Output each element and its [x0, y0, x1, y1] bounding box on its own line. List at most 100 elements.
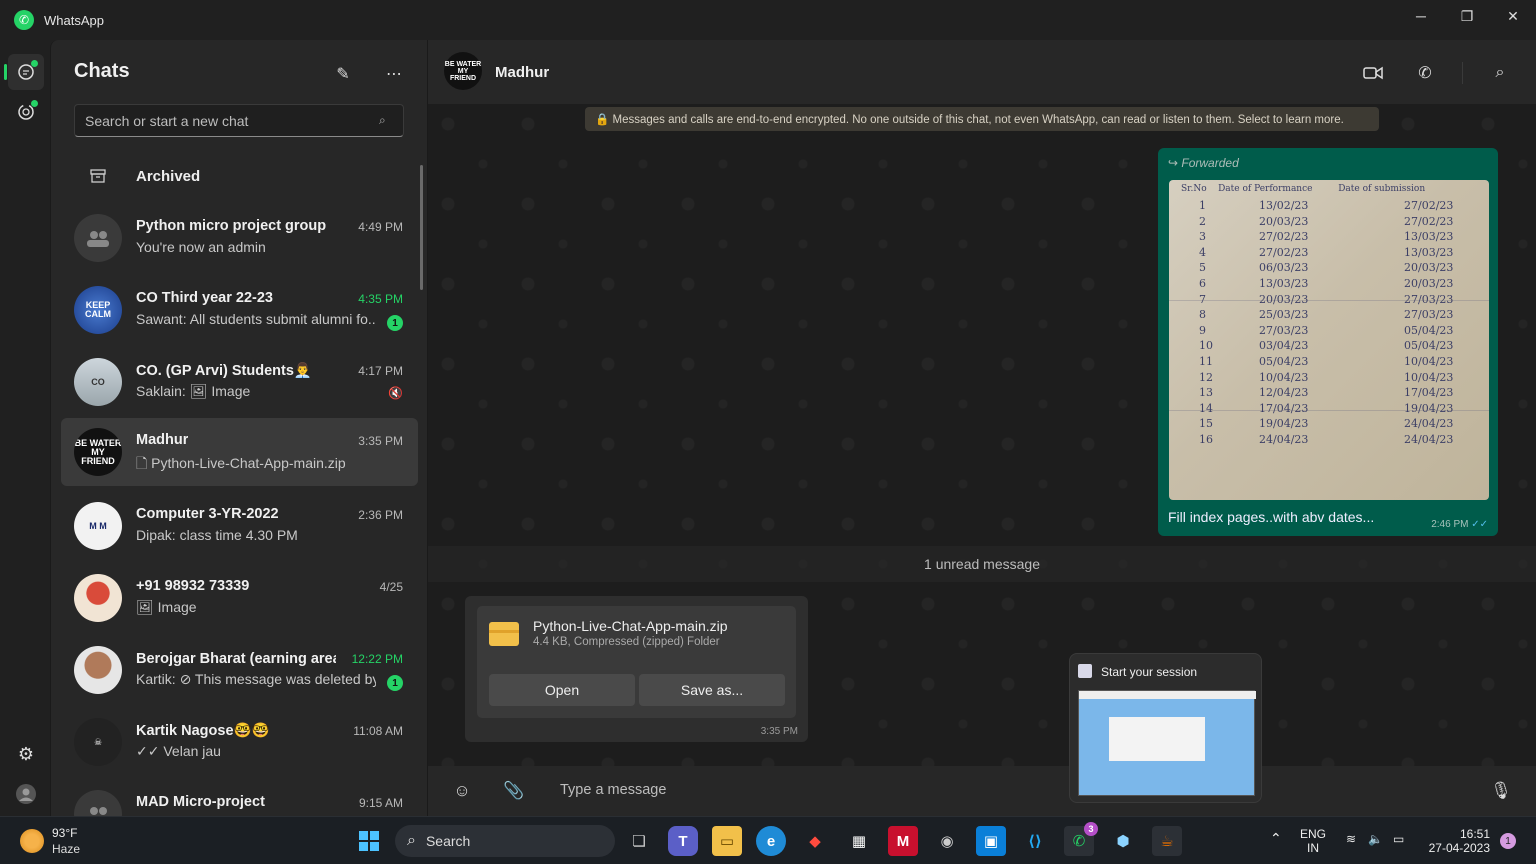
chat-name: Kartik Nagose🤓🤓 — [136, 723, 270, 739]
handwritten-index-photo[interactable]: Sr.No Date of Performance Date of submis… — [1169, 180, 1489, 500]
chat-list-scrollbar[interactable] — [420, 165, 423, 290]
chats-dot — [31, 60, 38, 67]
archived-row[interactable]: Archived — [74, 156, 404, 196]
task-view-icon[interactable]: ❏ — [624, 826, 654, 856]
file-card[interactable]: Python-Live-Chat-App-main.zip 4.4 KB, Co… — [477, 606, 796, 718]
java-icon[interactable]: ☕ — [1152, 826, 1182, 856]
tray-chevron-icon[interactable]: ⌃ — [1270, 831, 1282, 845]
contact-name[interactable]: Madhur — [495, 64, 549, 81]
chat-list-panel: Chats ✎ ⋯ ⌕ Archived Python micro projec… — [50, 40, 428, 816]
wifi-icon[interactable]: ≋ — [1346, 832, 1356, 846]
message-area[interactable]: 🔒 Messages and calls are end-to-end encr… — [428, 104, 1536, 766]
unread-divider: 1 unread message — [428, 546, 1536, 582]
chat-item[interactable]: Python micro project group 4:49 PM You'r… — [61, 204, 418, 272]
whatsapp-taskbar-icon[interactable]: ✆ 3 — [1064, 822, 1098, 856]
chat-item[interactable]: KEEP CALM CO Third year 22-23 4:35 PM Saw… — [61, 276, 418, 344]
attach-icon[interactable]: 📎 — [503, 780, 525, 802]
language-indicator[interactable]: ENG IN — [1300, 827, 1326, 855]
incoming-file-message[interactable]: Python-Live-Chat-App-main.zip 4.4 KB, Co… — [465, 596, 808, 742]
weather-icon[interactable] — [20, 829, 44, 853]
status-dot — [31, 100, 38, 107]
teams-icon[interactable]: T — [668, 826, 698, 856]
start-button[interactable] — [354, 826, 384, 856]
clock[interactable]: 16:51 27-04-2023 — [1424, 827, 1490, 855]
weather-temperature[interactable]: 93°F — [52, 826, 77, 840]
unread-badge: 1 — [387, 315, 403, 331]
group-avatar-icon — [74, 790, 122, 816]
new-chat-icon[interactable]: ✎ — [331, 62, 355, 86]
window-thumbnail[interactable] — [1078, 690, 1256, 796]
chat-item[interactable]: M M Computer 3-YR-2022 2:36 PM Dipak: cl… — [61, 492, 418, 560]
taskbar-search-label: Search — [425, 833, 471, 849]
status-nav-button[interactable] — [8, 94, 44, 130]
emoji-icon[interactable]: ☺ — [451, 780, 473, 802]
chat-last-message: 🗋 Python-Live-Chat-App-main.zip — [136, 455, 346, 471]
chat-item[interactable]: Berojgar Bharat (earning area ) 🤚 12:22 … — [61, 636, 418, 704]
camera-icon[interactable]: ◉ — [932, 826, 962, 856]
minimize-icon[interactable]: ─ — [1398, 0, 1444, 32]
java-app-icon — [1078, 664, 1092, 678]
chat-name: MAD Micro-project — [136, 794, 265, 810]
app-icon-blue[interactable]: ▣ — [976, 826, 1006, 856]
search-icon[interactable]: ⌕ — [379, 113, 403, 128]
chat-name: CO Third year 22-23 — [136, 290, 273, 306]
outgoing-photo-message[interactable]: ↪ Forwarded Sr.No Date of Performance Da… — [1158, 148, 1498, 536]
chat-name: +91 98932 73339 — [136, 578, 250, 594]
chat-last-message: You're now an admin — [136, 239, 266, 255]
conversation-header[interactable]: BE WATER MY FRIEND Madhur ✆ ⌕ — [428, 40, 1536, 104]
profile-nav-button[interactable] — [8, 776, 44, 812]
app-icon-cube[interactable]: ⬢ — [1108, 826, 1138, 856]
language-code: ENG — [1300, 827, 1327, 841]
microsoft-store-icon[interactable]: ▦ — [844, 826, 874, 856]
avatar: BE WATER MY FRIEND — [74, 428, 122, 476]
chat-item[interactable]: +91 98932 73339 4/25 🖼 Image — [61, 564, 418, 632]
chat-last-message: Dipak: class time 4.30 PM — [136, 527, 298, 543]
save-as-button[interactable]: Save as... — [639, 674, 785, 706]
open-file-button[interactable]: Open — [489, 674, 635, 706]
chat-item-selected[interactable]: BE WATER MY FRIEND Madhur 3:35 PM 🗋 Pytho… — [61, 418, 418, 486]
clock-time: 16:51 — [1459, 827, 1490, 841]
microphone-icon[interactable]: 🎙 — [1490, 780, 1512, 802]
search-box: ⌕ — [74, 104, 404, 137]
weather-description[interactable]: Haze — [52, 842, 80, 856]
region-code: IN — [1307, 841, 1319, 855]
chat-item[interactable]: CO CO. (GP Arvi) Students👨‍💼 4:17 PM Sak… — [61, 348, 418, 416]
chat-last-message: Saklain: 🖼 Image — [136, 383, 251, 399]
volume-icon[interactable]: 🔈 — [1368, 832, 1383, 846]
contact-avatar[interactable]: BE WATER MY FRIEND — [444, 52, 482, 90]
title-bar: ✆ WhatsApp ─ ❐ ✕ — [0, 0, 1536, 40]
chat-time: 3:35 PM — [358, 434, 403, 448]
muted-icon: 🔇 — [388, 386, 403, 400]
conversation-panel: BE WATER MY FRIEND Madhur ✆ ⌕ 🔒 Messages… — [428, 40, 1536, 816]
voice-call-icon[interactable]: ✆ — [1414, 62, 1436, 84]
notification-badge[interactable]: 1 — [1500, 833, 1516, 849]
close-icon[interactable]: ✕ — [1490, 0, 1536, 32]
vscode-icon[interactable]: ⟨⟩ — [1020, 826, 1050, 856]
settings-nav-button[interactable]: ⚙ — [8, 736, 44, 772]
chats-nav-button[interactable] — [4, 54, 44, 90]
chat-item[interactable]: ☠ Kartik Nagose🤓🤓 11:08 AM ✓✓ Velan jau — [61, 708, 418, 776]
message-input[interactable]: Type a message — [560, 782, 666, 798]
battery-icon[interactable]: ▭ — [1393, 832, 1404, 846]
compose-bar: ☺ 📎 Type a message 🎙 — [428, 766, 1536, 816]
search-input[interactable] — [85, 112, 379, 129]
avatar: CO — [74, 358, 122, 406]
left-rail: ⚙ — [0, 40, 50, 816]
thumbnail-form — [1109, 717, 1205, 761]
taskbar-search[interactable]: ⌕ Search — [395, 825, 615, 857]
mcafee-icon[interactable]: M — [888, 826, 918, 856]
git-diamond-icon[interactable]: ◆ — [800, 826, 830, 856]
zip-folder-icon — [489, 622, 519, 646]
avatar — [74, 646, 122, 694]
chat-item[interactable]: MAD Micro-project 9:15 AM — [61, 780, 418, 816]
chat-name: Computer 3-YR-2022 — [136, 506, 279, 522]
file-explorer-icon[interactable]: ▭ — [712, 826, 742, 856]
taskbar-preview-popup[interactable]: Start your session — [1069, 653, 1262, 803]
more-options-icon[interactable]: ⋯ — [382, 62, 406, 86]
search-icon[interactable]: ⌕ — [1489, 62, 1511, 84]
avatar: KEEP CALM — [74, 286, 122, 334]
restore-icon[interactable]: ❐ — [1444, 0, 1490, 32]
edge-browser-icon[interactable]: e — [756, 826, 786, 856]
video-call-icon[interactable] — [1362, 62, 1384, 84]
encryption-notice[interactable]: 🔒 Messages and calls are end-to-end encr… — [585, 107, 1379, 131]
